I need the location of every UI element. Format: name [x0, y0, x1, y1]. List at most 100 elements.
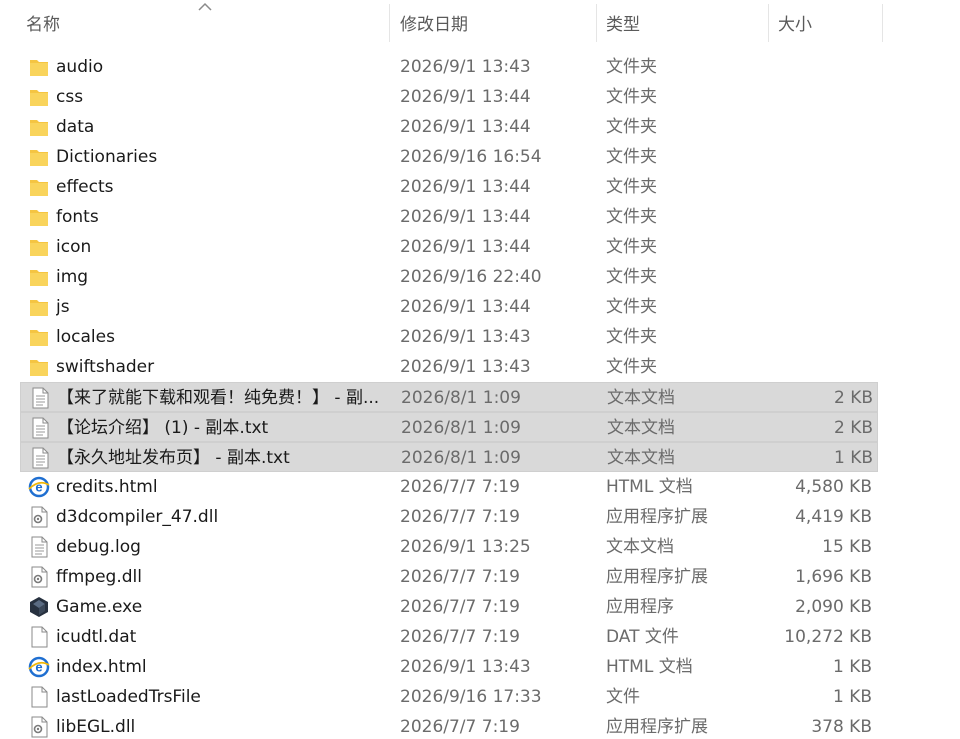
file-type: 文件夹	[606, 357, 657, 377]
column-divider[interactable]	[596, 4, 597, 42]
file-name: effects	[56, 177, 114, 197]
file-type: 应用程序扩展	[606, 507, 708, 527]
file-row[interactable]: Dictionaries 2026/9/16 16:54 文件夹	[20, 142, 878, 172]
column-header-date-label: 修改日期	[400, 14, 468, 35]
file-modified-date: 2026/9/1 13:43	[400, 657, 531, 677]
file-type: 文件夹	[606, 237, 657, 257]
html-file-icon: e	[28, 476, 50, 498]
file-type: 文件	[606, 687, 640, 707]
file-row[interactable]: Game.exe 2026/7/7 7:19 应用程序 2,090 KB	[20, 592, 878, 622]
file-size: 2 KB	[833, 418, 873, 438]
file-size: 1 KB	[832, 687, 872, 707]
column-header-name[interactable]: 名称	[18, 0, 388, 44]
file-row[interactable]: img 2026/9/16 22:40 文件夹	[20, 262, 878, 292]
file-name: index.html	[56, 657, 147, 677]
file-row[interactable]: debug.log 2026/9/1 13:25 文本文档 15 KB	[20, 532, 878, 562]
file-type: DAT 文件	[606, 627, 679, 647]
file-size: 1 KB	[833, 448, 873, 468]
column-divider[interactable]	[389, 4, 390, 42]
file-modified-date: 2026/7/7 7:19	[400, 627, 520, 647]
exe-file-icon	[28, 596, 50, 618]
file-row[interactable]: 【永久地址发布页】 - 副本.txt 2026/8/1 1:09 文本文档 1 KB	[20, 442, 878, 472]
file-row[interactable]: icudtl.dat 2026/7/7 7:19 DAT 文件 10,272 KB	[20, 622, 878, 652]
column-divider[interactable]	[768, 4, 769, 42]
file-modified-date: 2026/7/7 7:19	[400, 507, 520, 527]
file-row[interactable]: audio 2026/9/1 13:43 文件夹	[20, 52, 878, 82]
text-file-icon	[28, 536, 50, 558]
file-row[interactable]: js 2026/9/1 13:44 文件夹	[20, 292, 878, 322]
folder-icon	[28, 116, 50, 138]
column-header-bar: 名称 修改日期 类型 大小	[0, 0, 960, 44]
file-row[interactable]: locales 2026/9/1 13:43 文件夹	[20, 322, 878, 352]
folder-icon	[28, 236, 50, 258]
column-header-size-label: 大小	[778, 14, 812, 35]
text-file-icon	[29, 447, 51, 469]
file-name: locales	[56, 327, 115, 347]
file-name: debug.log	[56, 537, 141, 557]
file-type: 文件夹	[606, 117, 657, 137]
file-row[interactable]: 【论坛介绍】 (1) - 副本.txt 2026/8/1 1:09 文本文档 2 KB	[20, 412, 878, 442]
column-header-type[interactable]: 类型	[598, 0, 766, 44]
file-size	[760, 112, 872, 142]
file-type: 文件夹	[606, 147, 657, 167]
file-type: 应用程序扩展	[606, 567, 708, 587]
file-modified-date: 2026/9/1 13:44	[400, 237, 531, 257]
file-name: libEGL.dll	[56, 717, 136, 737]
column-header-name-label: 名称	[26, 14, 60, 35]
file-size	[760, 232, 872, 262]
file-row[interactable]: e credits.html 2026/7/7 7:19 HTML 文档 4,580 K…	[20, 472, 878, 502]
file-name: lastLoadedTrsFile	[56, 687, 201, 707]
file-size	[760, 52, 872, 82]
file-name: Game.exe	[56, 597, 143, 617]
file-size: 10,272 KB	[784, 627, 872, 647]
file-row[interactable]: effects 2026/9/1 13:44 文件夹	[20, 172, 878, 202]
file-modified-date: 2026/9/1 13:43	[400, 57, 531, 77]
column-divider[interactable]	[882, 4, 883, 42]
file-name: 【来了就能下载和观看！纯免费！】 - 副...	[57, 388, 380, 408]
file-size	[760, 82, 872, 112]
file-size: 15 KB	[822, 537, 872, 557]
file-name: js	[56, 297, 70, 317]
column-header-date[interactable]: 修改日期	[392, 0, 596, 44]
file-row[interactable]: d3dcompiler_47.dll 2026/7/7 7:19 应用程序扩展 4,4…	[20, 502, 878, 532]
file-row[interactable]: libEGL.dll 2026/7/7 7:19 应用程序扩展 378 KB	[20, 712, 878, 739]
file-row[interactable]: 【来了就能下载和观看！纯免费！】 - 副... 2026/8/1 1:09 文本文档…	[20, 382, 878, 412]
file-size	[760, 292, 872, 322]
file-row[interactable]: data 2026/9/1 13:44 文件夹	[20, 112, 878, 142]
folder-icon	[28, 266, 50, 288]
file-type: 文本文档	[607, 388, 675, 408]
file-modified-date: 2026/9/1 13:25	[400, 537, 531, 557]
file-row[interactable]: swiftshader 2026/9/1 13:43 文件夹	[20, 352, 878, 382]
file-modified-date: 2026/9/1 13:44	[400, 177, 531, 197]
folder-icon	[28, 56, 50, 78]
svg-text:e: e	[35, 480, 42, 495]
file-modified-date: 2026/9/1 13:43	[400, 357, 531, 377]
file-row[interactable]: lastLoadedTrsFile 2026/9/16 17:33 文件 1 KB	[20, 682, 878, 712]
file-type: HTML 文档	[606, 657, 693, 677]
file-size	[760, 262, 872, 292]
file-modified-date: 2026/9/1 13:43	[400, 327, 531, 347]
file-row[interactable]: e index.html 2026/9/1 13:43 HTML 文档 1 KB	[20, 652, 878, 682]
file-modified-date: 2026/8/1 1:09	[401, 388, 521, 408]
file-type: 文本文档	[607, 418, 675, 438]
file-type: 文件夹	[606, 207, 657, 227]
file-name: icudtl.dat	[56, 627, 137, 647]
file-size	[760, 352, 872, 382]
file-type: 文件夹	[606, 87, 657, 107]
file-row[interactable]: css 2026/9/1 13:44 文件夹	[20, 82, 878, 112]
file-modified-date: 2026/9/16 22:40	[400, 267, 542, 287]
file-modified-date: 2026/9/16 16:54	[400, 147, 542, 167]
dll-file-icon	[28, 506, 50, 528]
file-size: 378 KB	[811, 717, 872, 737]
file-row[interactable]: ffmpeg.dll 2026/7/7 7:19 应用程序扩展 1,696 KB	[20, 562, 878, 592]
svg-text:e: e	[35, 660, 42, 675]
file-type: 文本文档	[606, 537, 674, 557]
file-modified-date: 2026/9/1 13:44	[400, 297, 531, 317]
file-row[interactable]: fonts 2026/9/1 13:44 文件夹	[20, 202, 878, 232]
folder-icon	[28, 356, 50, 378]
file-row[interactable]: icon 2026/9/1 13:44 文件夹	[20, 232, 878, 262]
file-type: 文件夹	[606, 177, 657, 197]
file-name: 【永久地址发布页】 - 副本.txt	[57, 448, 290, 468]
column-header-size[interactable]: 大小	[770, 0, 882, 44]
file-name: d3dcompiler_47.dll	[56, 507, 219, 527]
